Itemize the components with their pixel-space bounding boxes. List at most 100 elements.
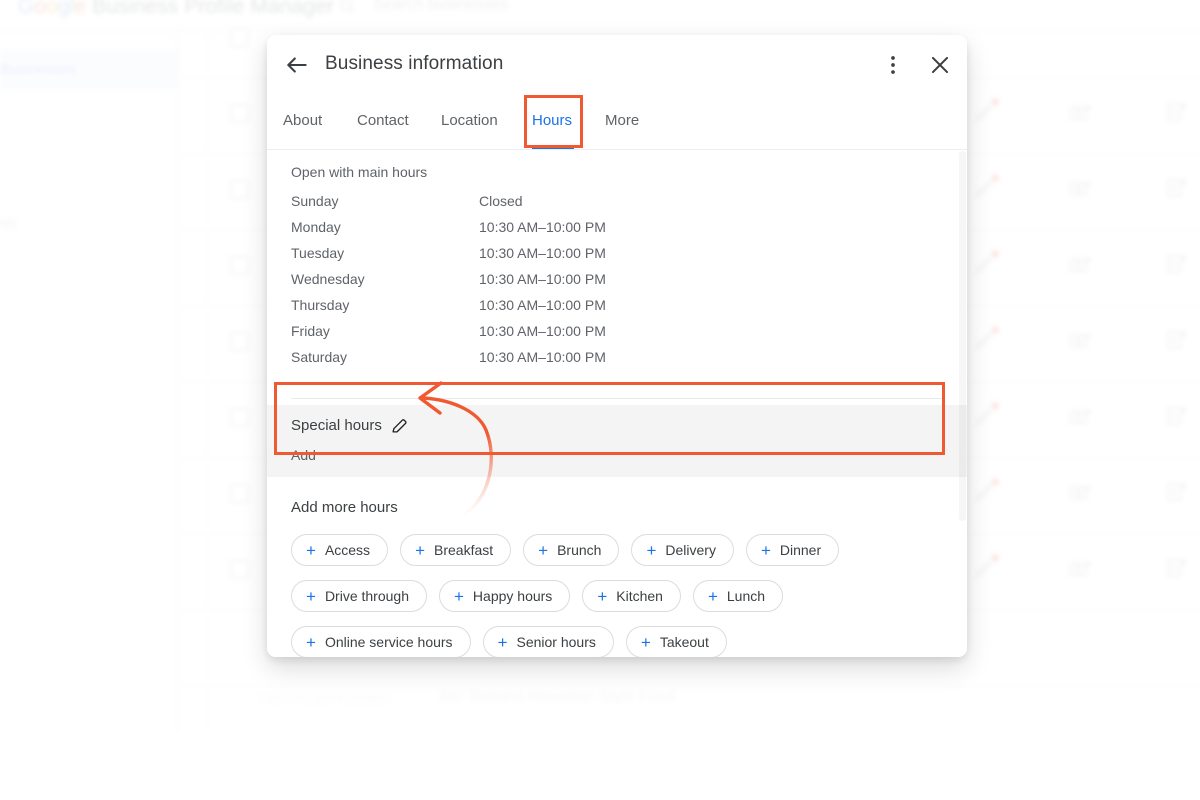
section-divider [291, 398, 943, 399]
chip-label: Breakfast [434, 542, 494, 558]
chip-breakfast[interactable]: + Breakfast [400, 534, 512, 566]
add-photo-icon[interactable] [1069, 176, 1093, 200]
add-photo-icon[interactable] [1069, 480, 1093, 504]
tab-more[interactable]: More [605, 96, 645, 149]
chip-lunch[interactable]: + Lunch [692, 580, 784, 612]
tab-location[interactable]: Location [441, 96, 506, 149]
day-hours: 10:30 AM–10:00 PM [479, 297, 606, 313]
dialog-scrollbar-thumb[interactable] [959, 151, 966, 521]
chip-row-2: + Drive through + Happy hours + Kitchen [291, 580, 943, 612]
tab-hours-label: Hours [532, 112, 573, 129]
row-checkbox[interactable] [230, 104, 249, 123]
special-hours-section[interactable]: Special hours Add [267, 405, 967, 477]
dialog-title: Business information [325, 53, 504, 74]
chip-label: Drive through [324, 588, 409, 604]
day-hours: 10:30 AM–10:00 PM [479, 349, 606, 365]
plus-icon: + [306, 540, 316, 560]
add-post-icon[interactable] [1165, 100, 1189, 124]
chip-access[interactable]: + Access [291, 534, 389, 566]
tab-active-underline [532, 146, 574, 149]
add-photo-icon[interactable] [1069, 404, 1093, 428]
row-checkbox[interactable] [230, 484, 249, 503]
chip-delivery[interactable]: + Delivery [631, 534, 734, 566]
row-checkbox[interactable] [230, 256, 249, 275]
day-label: Thursday [291, 297, 350, 313]
row-checkbox[interactable] [230, 408, 249, 427]
more-vert-icon[interactable] [880, 52, 906, 78]
main-hours-section: Open with main hours Sunday Closed Monda… [267, 150, 967, 391]
add-photo-icon[interactable] [1069, 328, 1093, 352]
chip-row-1: + Access + Breakfast + Brunch + Delivery… [291, 534, 943, 566]
add-more-hours-section: Add more hours + Access + Breakfast + Br… [267, 477, 967, 657]
special-hours-edit-icon[interactable] [391, 417, 408, 434]
sidebar-item-linked-accounts[interactable]: Linked accounts [0, 204, 16, 244]
background-business-name: Mo' Bettahs Hawaiian Style Food [440, 688, 676, 705]
chip-label: Senior hours [516, 634, 596, 650]
plus-icon: + [453, 586, 464, 606]
chip-label: Online service hours [324, 634, 453, 650]
add-post-icon[interactable] [1165, 480, 1189, 504]
chip-kitchen[interactable]: + Kitchen [582, 580, 681, 612]
add-photo-icon[interactable] [1069, 252, 1093, 276]
add-post-icon[interactable] [1165, 404, 1189, 428]
day-hours: 10:30 AM–10:00 PM [479, 219, 606, 235]
screen-root: Google Business Profile Manager Search b… [0, 0, 1200, 800]
background-business-id: 14577610044155865 [258, 690, 391, 706]
dialog-scrollbar[interactable] [959, 151, 966, 656]
special-hours-title: Special hours [291, 417, 382, 434]
day-label: Wednesday [291, 271, 365, 287]
plus-icon: + [415, 540, 425, 560]
back-arrow-icon[interactable] [284, 52, 310, 78]
dialog-header: Business information [267, 35, 967, 96]
row-checkbox[interactable] [230, 560, 249, 579]
day-label: Tuesday [291, 245, 345, 261]
chip-takeout[interactable]: + Takeout [625, 626, 727, 657]
add-post-icon[interactable] [1165, 328, 1189, 352]
tab-hours[interactable]: Hours [532, 96, 574, 149]
chip-label: Access [324, 542, 371, 558]
day-label: Monday [291, 219, 341, 235]
plus-icon: + [497, 632, 508, 652]
day-hours: 10:30 AM–10:00 PM [479, 245, 606, 261]
day-hours: Closed [479, 193, 523, 209]
hours-row-tuesday: Tuesday 10:30 AM–10:00 PM [267, 245, 967, 271]
chip-drive-through[interactable]: + Drive through [291, 580, 427, 612]
hours-chip-grid: + Access + Breakfast + Brunch + Delivery… [267, 534, 967, 657]
chip-senior-hours[interactable]: + Senior hours [482, 626, 614, 657]
add-photo-icon[interactable] [1069, 100, 1093, 124]
plus-icon: + [538, 540, 549, 560]
tab-about[interactable]: About [283, 96, 331, 149]
special-hours-add-link[interactable]: Add [291, 447, 316, 463]
pencil-badge-dot [991, 326, 999, 334]
main-hours-caption: Open with main hours [291, 164, 428, 180]
chip-brunch[interactable]: + Brunch [523, 534, 620, 566]
add-photo-icon[interactable] [1069, 556, 1093, 580]
pencil-badge-dot [991, 554, 999, 562]
row-checkbox[interactable] [230, 28, 249, 47]
plus-icon: + [306, 586, 316, 606]
plus-icon: + [760, 540, 771, 560]
tab-contact[interactable]: Contact [357, 96, 419, 149]
chip-row-3: + Online service hours + Senior hours + … [291, 626, 943, 657]
hours-row-saturday: Saturday 10:30 AM–10:00 PM [267, 349, 967, 375]
hours-row-thursday: Thursday 10:30 AM–10:00 PM [267, 297, 967, 323]
chip-label: Happy hours [472, 588, 553, 604]
close-icon[interactable] [927, 52, 953, 78]
add-post-icon[interactable] [1165, 556, 1189, 580]
special-hours-title-row: Special hours [291, 417, 408, 434]
row-checkbox[interactable] [230, 180, 249, 199]
add-post-icon[interactable] [1165, 252, 1189, 276]
business-information-dialog: Business information About Contact Locat… [267, 35, 967, 657]
day-hours: 10:30 AM–10:00 PM [479, 323, 606, 339]
pencil-badge-dot [991, 174, 999, 182]
chip-online-service-hours[interactable]: + Online service hours [291, 626, 471, 657]
chip-label: Takeout [659, 634, 709, 650]
plus-icon: + [306, 632, 316, 652]
chip-happy-hours[interactable]: + Happy hours [438, 580, 571, 612]
chip-dinner[interactable]: + Dinner [745, 534, 840, 566]
pencil-badge-dot [991, 478, 999, 486]
row-checkbox[interactable] [230, 332, 249, 351]
background-sidebar: Businesses Reviews Linked accounts Setti… [0, 32, 262, 732]
add-post-icon[interactable] [1165, 176, 1189, 200]
pencil-badge-dot [991, 250, 999, 258]
